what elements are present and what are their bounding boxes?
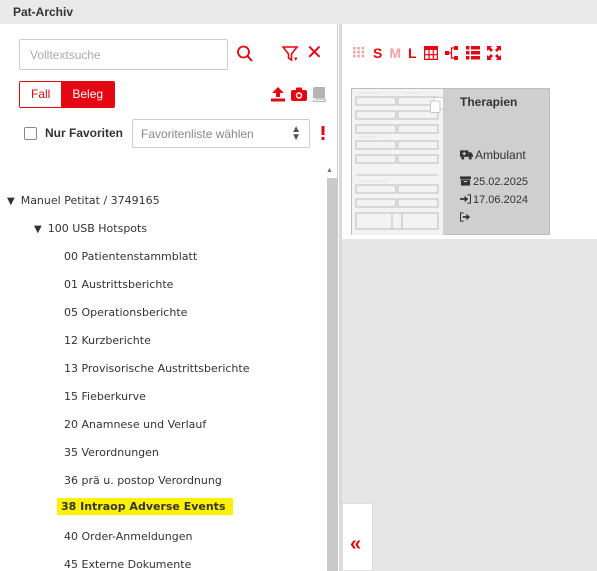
toggle-beleg-button[interactable]: Beleg bbox=[61, 82, 115, 107]
upload-icon[interactable] bbox=[270, 86, 286, 102]
tree-item[interactable]: 05 Operationsberichte bbox=[64, 306, 187, 319]
expanded-triangle-icon: ▼ bbox=[34, 224, 42, 235]
document-title: Therapien bbox=[460, 95, 518, 109]
scroll-up-arrow-icon[interactable]: ▲ bbox=[326, 167, 333, 174]
tree-item[interactable]: 35 Verordnungen bbox=[64, 446, 159, 459]
copy-icon[interactable] bbox=[430, 97, 444, 113]
tree-item[interactable]: 00 Patientenstammblatt bbox=[64, 250, 197, 263]
app-title-bar: Pat-Archiv bbox=[0, 0, 597, 24]
case-type: Ambulant bbox=[460, 148, 526, 162]
tree-item[interactable]: 13 Provisorische Austrittsberichte bbox=[64, 362, 249, 375]
ambulance-icon bbox=[460, 150, 473, 160]
favorites-select-placeholder: Favoritenliste wählen bbox=[141, 127, 254, 141]
collapse-panel-button[interactable]: « bbox=[342, 503, 373, 571]
camera-icon[interactable] bbox=[290, 86, 308, 102]
size-medium-button[interactable]: M bbox=[389, 45, 401, 61]
select-arrows-icon: ▲ ▼ bbox=[291, 124, 301, 143]
filter-icon[interactable]: ▾ bbox=[282, 44, 300, 64]
expanded-triangle-icon: ▼ bbox=[7, 196, 15, 207]
table-view-icon[interactable] bbox=[423, 46, 438, 60]
tree-item[interactable]: 01 Austrittsberichte bbox=[64, 278, 173, 291]
admission-date: 17.06.2024 bbox=[460, 194, 528, 206]
size-small-button[interactable]: S bbox=[373, 45, 382, 61]
more-options-icon[interactable] bbox=[320, 125, 326, 141]
app-title: Pat-Archiv bbox=[13, 5, 74, 19]
double-chevron-left-icon: « bbox=[350, 533, 362, 555]
tree-group-node[interactable]: ▼ 100 USB Hotspots bbox=[34, 222, 147, 235]
tree-item[interactable]: 45 Externe Dokumente bbox=[64, 558, 191, 571]
archive-icon bbox=[460, 176, 471, 186]
left-panel: ▾ ✕ Fall Beleg Nur Favoriten Favoritenli… bbox=[0, 24, 338, 571]
toggle-fall-button[interactable]: Fall bbox=[20, 82, 62, 107]
book-icon[interactable] bbox=[312, 86, 326, 102]
size-large-button[interactable]: L bbox=[408, 45, 417, 61]
favorites-list-select[interactable]: Favoritenliste wählen ▲ ▼ bbox=[132, 119, 310, 148]
favorites-only-checkbox[interactable] bbox=[24, 127, 37, 140]
discharge-date bbox=[459, 212, 473, 224]
tree-scrollbar-thumb[interactable] bbox=[327, 178, 338, 571]
fall-beleg-toggle: Fall Beleg bbox=[19, 81, 116, 108]
tree-item-selected[interactable]: 38 Intraop Adverse Events bbox=[57, 498, 233, 515]
svg-text:▾: ▾ bbox=[294, 55, 298, 63]
hierarchy-icon[interactable] bbox=[444, 46, 459, 60]
tree-item[interactable]: 36 prä u. postop Verordnung bbox=[64, 474, 222, 487]
document-tree: ▼ Manuel Petitat / 3749165 ▼ 100 USB Hotsp… bbox=[0, 159, 338, 571]
list-view-icon[interactable] bbox=[465, 46, 480, 60]
tree-patient-node[interactable]: ▼ Manuel Petitat / 3749165 bbox=[7, 194, 160, 207]
fullscreen-icon[interactable] bbox=[486, 46, 501, 60]
document-view-area: S M L Therapien Ambulant 25.02.2025 17.0… bbox=[342, 24, 597, 239]
sign-out-icon bbox=[459, 212, 471, 222]
tree-item[interactable]: 12 Kurzberichte bbox=[64, 334, 151, 347]
search-input[interactable] bbox=[19, 39, 228, 70]
favorites-only-label: Nur Favoriten bbox=[45, 126, 124, 140]
view-toolbar: S M L bbox=[352, 43, 508, 63]
clear-filter-icon[interactable]: ✕ bbox=[306, 43, 323, 63]
right-panel: S M L Therapien Ambulant 25.02.2025 17.0… bbox=[342, 24, 597, 571]
document-card[interactable]: Therapien Ambulant 25.02.2025 17.06.2024 bbox=[351, 88, 550, 235]
sign-in-icon bbox=[460, 194, 472, 204]
tree-item[interactable]: 20 Anamnese und Verlauf bbox=[64, 418, 206, 431]
search-icon[interactable] bbox=[236, 44, 254, 64]
document-date: 25.02.2025 bbox=[460, 176, 528, 188]
tree-item[interactable]: 15 Fieberkurve bbox=[64, 390, 146, 403]
tree-item[interactable]: 40 Order-Anmeldungen bbox=[64, 530, 192, 543]
grid-view-icon[interactable] bbox=[352, 47, 366, 59]
